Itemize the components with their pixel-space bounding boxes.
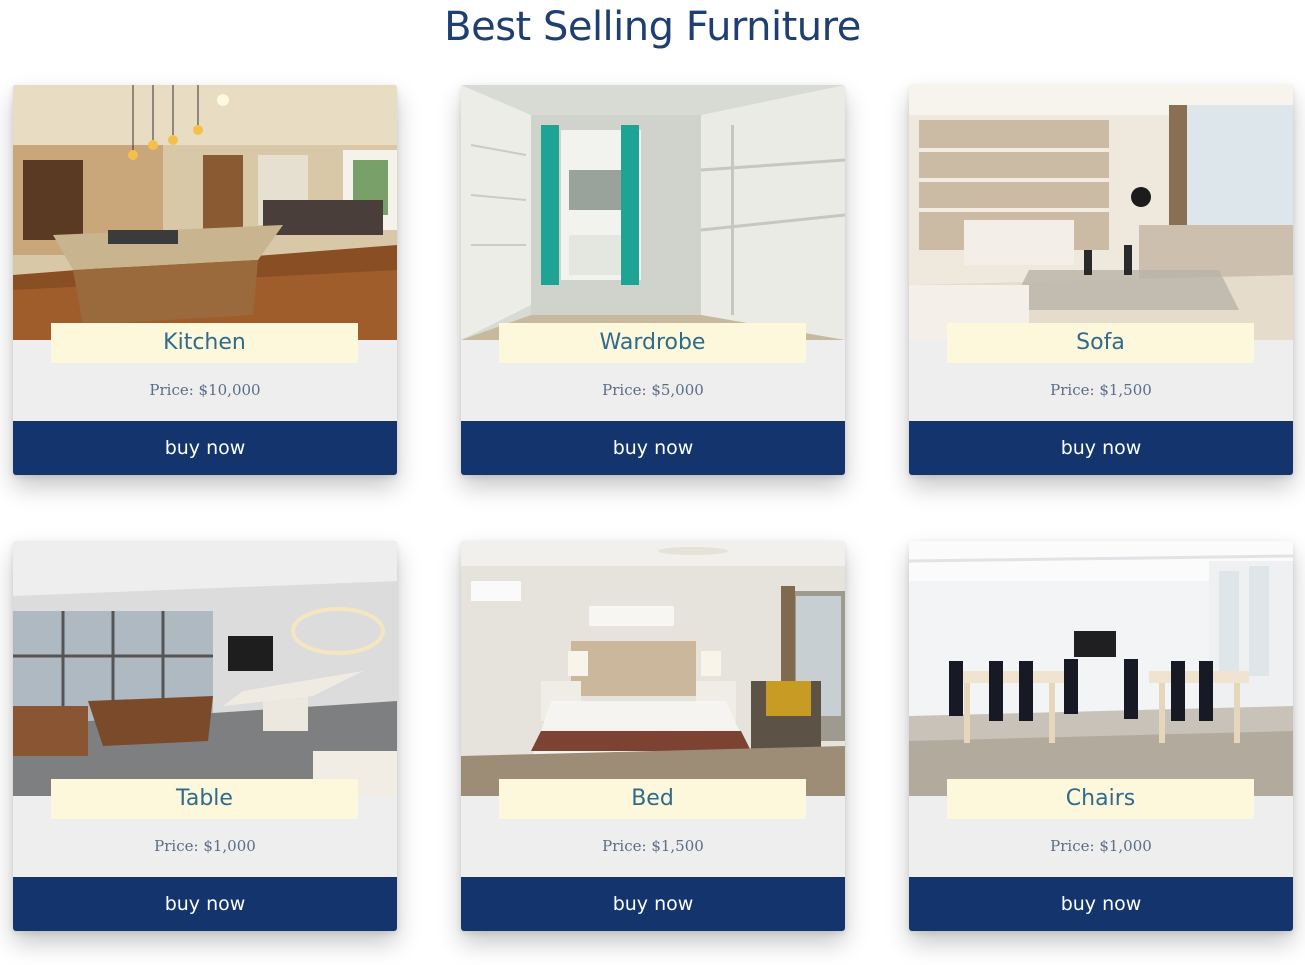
kitchen-image <box>13 85 397 340</box>
product-price: Price: $5,000 <box>602 381 704 399</box>
product-name: Kitchen <box>51 323 358 363</box>
product-card-bed: Bed Price: $1,500 buy now <box>461 541 845 931</box>
bed-image <box>461 541 845 796</box>
table-image <box>13 541 397 796</box>
product-price: Price: $10,000 <box>149 381 261 399</box>
product-price: Price: $1,000 <box>1050 837 1152 855</box>
product-price: Price: $1,500 <box>602 837 704 855</box>
page-title: Best Selling Furniture <box>444 4 861 50</box>
buy-now-button-wardrobe[interactable]: buy now <box>461 421 845 475</box>
product-card-kitchen: Kitchen Price: $10,000 buy now <box>13 85 397 475</box>
product-card-table: Table Price: $1,000 buy now <box>13 541 397 931</box>
buy-now-button-bed[interactable]: buy now <box>461 877 845 931</box>
product-price: Price: $1,500 <box>1050 381 1152 399</box>
product-card-sofa: Sofa Price: $1,500 buy now <box>909 85 1293 475</box>
product-card-chairs: Chairs Price: $1,000 buy now <box>909 541 1293 931</box>
product-name: Wardrobe <box>499 323 806 363</box>
buy-now-button-table[interactable]: buy now <box>13 877 397 931</box>
buy-now-button-kitchen[interactable]: buy now <box>13 421 397 475</box>
sofa-image <box>909 85 1293 340</box>
product-name: Sofa <box>947 323 1254 363</box>
chairs-image <box>909 541 1293 796</box>
product-name: Bed <box>499 779 806 819</box>
product-card-wardrobe: Wardrobe Price: $5,000 buy now <box>461 85 845 475</box>
buy-now-button-sofa[interactable]: buy now <box>909 421 1293 475</box>
buy-now-button-chairs[interactable]: buy now <box>909 877 1293 931</box>
product-name: Table <box>51 779 358 819</box>
product-name: Chairs <box>947 779 1254 819</box>
product-price: Price: $1,000 <box>154 837 256 855</box>
wardrobe-image <box>461 85 845 340</box>
product-grid: Kitchen Price: $10,000 buy now Wardrobe … <box>13 85 1293 931</box>
